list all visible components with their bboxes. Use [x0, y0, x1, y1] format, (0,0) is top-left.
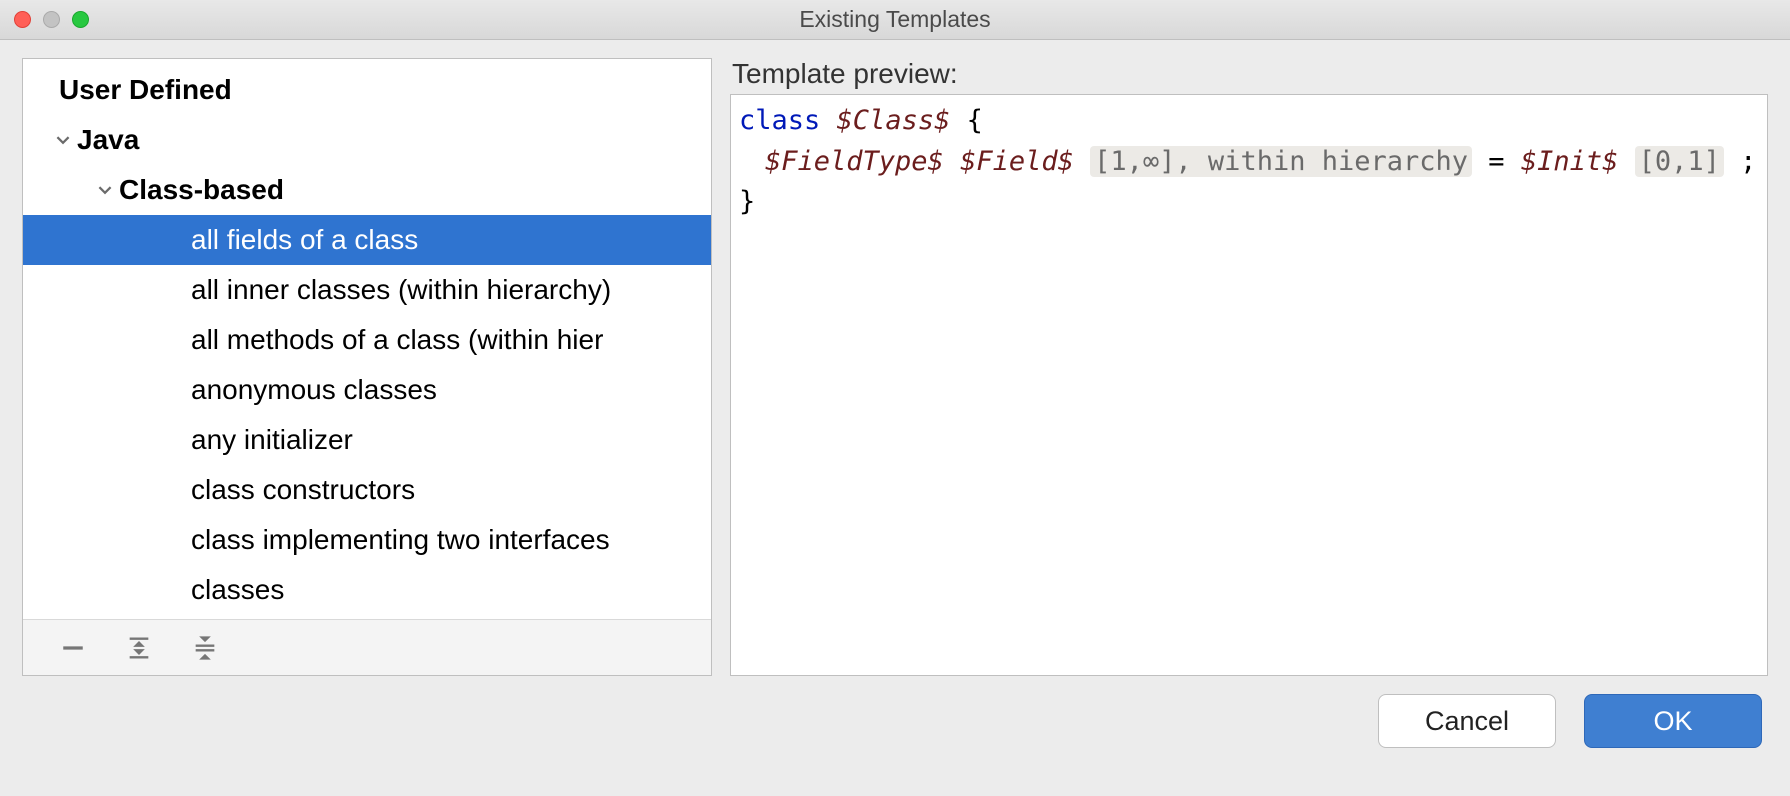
code-line: } — [739, 182, 1759, 223]
tree-label: any initializer — [191, 424, 353, 456]
tree-label: all fields of a class — [191, 224, 418, 256]
dialog-footer: Cancel OK — [0, 676, 1790, 766]
tree-node-java[interactable]: Java — [23, 115, 711, 165]
tree-label: anonymous classes — [191, 374, 437, 406]
tree-item-all-methods[interactable]: all methods of a class (within hier — [23, 315, 711, 365]
cardinality-hint: [1,∞], within hierarchy — [1090, 146, 1472, 177]
tree-item-class-implementing-two-interfaces[interactable]: class implementing two interfaces — [23, 515, 711, 565]
cardinality-hint: [0,1] — [1635, 146, 1724, 177]
tree-label: all inner classes (within hierarchy) — [191, 274, 611, 306]
minimize-window-icon — [43, 11, 60, 28]
templates-tree[interactable]: User Defined Java Class-based all fields… — [23, 59, 711, 619]
tree-label: Class-based — [119, 174, 284, 206]
template-var: $Init$ — [1521, 146, 1619, 177]
chevron-down-icon[interactable] — [53, 133, 73, 147]
tree-label: User Defined — [59, 74, 232, 106]
tree-toolbar — [23, 619, 711, 675]
button-label: Cancel — [1425, 706, 1509, 737]
tree-label: classes — [191, 574, 284, 606]
tree-item-classes[interactable]: classes — [23, 565, 711, 615]
templates-tree-panel: User Defined Java Class-based all fields… — [22, 58, 712, 676]
cancel-button[interactable]: Cancel — [1378, 694, 1556, 748]
tree-item-anonymous-classes[interactable]: anonymous classes — [23, 365, 711, 415]
brace: { — [967, 105, 983, 136]
ok-button[interactable]: OK — [1584, 694, 1762, 748]
tree-item-all-fields[interactable]: all fields of a class — [23, 215, 711, 265]
tree-label: class constructors — [191, 474, 415, 506]
close-window-icon[interactable] — [14, 11, 31, 28]
code-line: class $Class$ { — [739, 101, 1759, 142]
template-var: $Field$ — [960, 146, 1074, 177]
preview-code: class $Class$ { $FieldType$ $Field$ [1,∞… — [730, 94, 1768, 676]
keyword: class — [739, 105, 820, 136]
tree-label: class implementing two interfaces — [191, 524, 610, 556]
traffic-lights — [14, 11, 89, 28]
template-var: $Class$ — [837, 105, 951, 136]
tree-label: Java — [77, 124, 139, 156]
titlebar: Existing Templates — [0, 0, 1790, 40]
preview-panel: Template preview: class $Class$ { $Field… — [730, 58, 1768, 676]
semicolon: ; — [1740, 146, 1756, 177]
brace: } — [739, 186, 755, 217]
tree-item-class-constructors[interactable]: class constructors — [23, 465, 711, 515]
remove-icon[interactable] — [57, 632, 89, 664]
equals: = — [1488, 146, 1504, 177]
collapse-all-icon[interactable] — [189, 632, 221, 664]
chevron-down-icon[interactable] — [95, 183, 115, 197]
tree-node-user-defined[interactable]: User Defined — [23, 65, 711, 115]
button-label: OK — [1653, 706, 1692, 737]
code-line: $FieldType$ $Field$ [1,∞], within hierar… — [739, 142, 1759, 183]
dialog-content: User Defined Java Class-based all fields… — [0, 40, 1790, 676]
window-title: Existing Templates — [0, 6, 1790, 33]
preview-label: Template preview: — [732, 58, 1768, 90]
tree-item-all-inner-classes[interactable]: all inner classes (within hierarchy) — [23, 265, 711, 315]
tree-node-class-based[interactable]: Class-based — [23, 165, 711, 215]
zoom-window-icon[interactable] — [72, 11, 89, 28]
tree-item-any-initializer[interactable]: any initializer — [23, 415, 711, 465]
template-var: $FieldType$ — [765, 146, 944, 177]
expand-all-icon[interactable] — [123, 632, 155, 664]
tree-label: all methods of a class (within hier — [191, 324, 603, 356]
